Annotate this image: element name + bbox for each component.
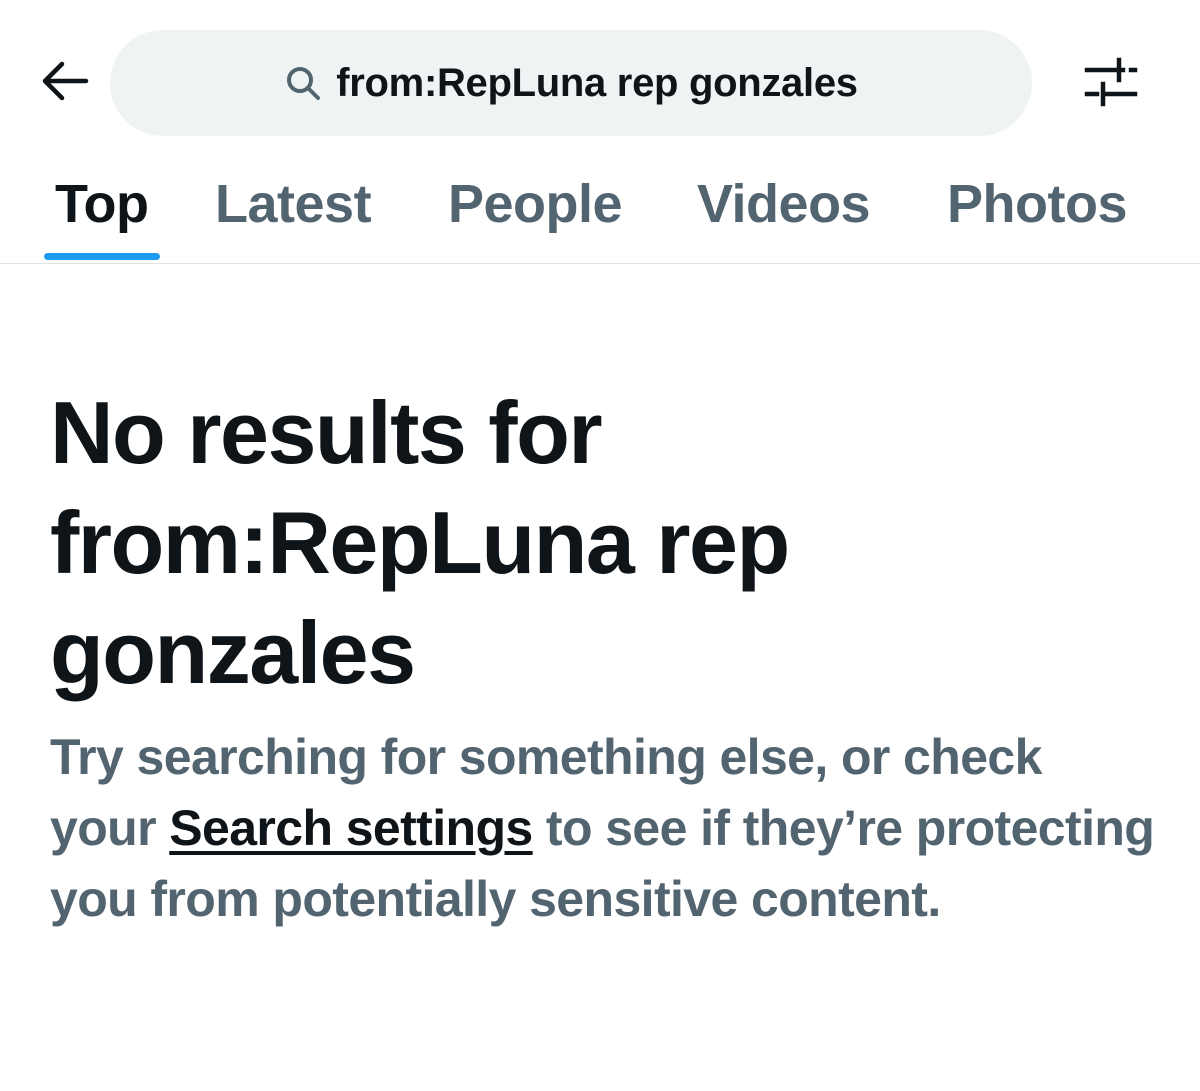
tab-photos[interactable]: Photos: [947, 168, 1128, 262]
no-results-title: No results for from:RepLuna rep gonzales: [50, 383, 790, 702]
tab-label: Videos: [697, 174, 871, 234]
tab-people[interactable]: People: [448, 168, 623, 262]
back-button[interactable]: [30, 50, 100, 116]
tab-top[interactable]: Top: [44, 168, 161, 262]
tab-label: Latest: [215, 174, 372, 234]
sliders-icon: [1083, 56, 1139, 113]
search-query-text[interactable]: from:RepLuna rep gonzales: [336, 61, 858, 106]
tab-latest[interactable]: Latest: [215, 168, 372, 262]
tab-label: Photos: [947, 174, 1128, 234]
tab-label: Top: [55, 174, 149, 234]
arrow-left-icon: [40, 59, 90, 108]
search-settings-link[interactable]: Search settings: [169, 800, 533, 856]
no-results-panel: No results for from:RepLuna rep gonzales…: [50, 378, 1160, 935]
no-results-description: Try searching for something else, or che…: [50, 722, 1160, 935]
active-tab-indicator: [44, 253, 161, 260]
search-filter-button[interactable]: [1076, 54, 1146, 114]
search-icon: [284, 64, 322, 102]
tab-videos[interactable]: Videos: [697, 168, 871, 262]
search-tabs: Top Latest People Videos Photos: [0, 168, 1200, 264]
tab-label: People: [448, 174, 623, 234]
search-field[interactable]: from:RepLuna rep gonzales: [110, 30, 1032, 136]
top-bar: from:RepLuna rep gonzales: [0, 0, 1200, 168]
